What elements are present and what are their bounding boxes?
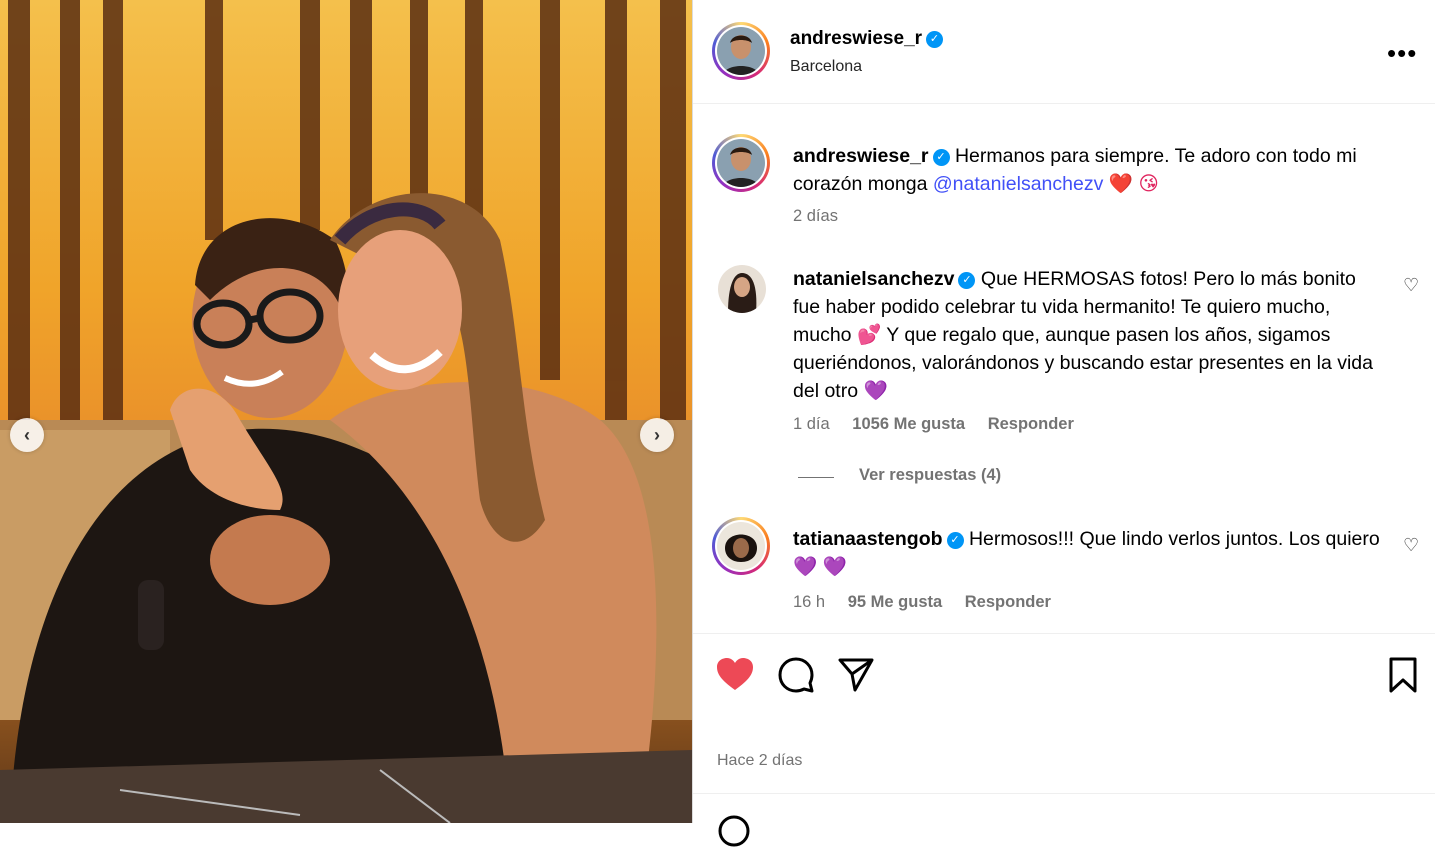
comment-meta: 16 h 95 Me gusta Responder <box>793 593 1051 612</box>
caption-emoji: ❤️ 😘 <box>1108 173 1159 195</box>
comment-time[interactable]: 16 h <box>793 593 825 611</box>
heart-icon[interactable] <box>715 656 755 692</box>
comments-list: andreswiese_r ✓ Hermanos para siempre. Te… <box>693 105 1435 633</box>
author-avatar[interactable] <box>712 22 770 80</box>
post-location[interactable]: Barcelona <box>790 58 862 76</box>
post-actions: Hace 2 días <box>693 633 1435 793</box>
avatar-image <box>717 139 765 187</box>
emoji-icon[interactable] <box>717 814 751 848</box>
post-photo[interactable]: ‹ › <box>0 0 692 823</box>
comment-icon[interactable] <box>777 656 815 694</box>
author-name-row: andreswiese_r ✓ <box>790 28 944 50</box>
more-icon[interactable]: ••• <box>1387 38 1417 69</box>
verified-icon: ✓ <box>946 532 964 549</box>
avatar-image <box>718 265 766 313</box>
comment-time[interactable]: 1 día <box>793 415 830 433</box>
caption-username[interactable]: andreswiese_r <box>793 145 929 167</box>
caption-meta: 2 días <box>793 207 856 226</box>
commenter-avatar[interactable] <box>712 517 770 575</box>
commenter-avatar[interactable] <box>718 265 766 313</box>
author-username[interactable]: andreswiese_r <box>790 28 922 49</box>
next-photo-button[interactable]: › <box>640 418 674 452</box>
caption-avatar[interactable] <box>712 134 770 192</box>
comment-username[interactable]: natanielsanchezv <box>793 268 954 290</box>
add-comment-bar <box>693 793 1435 847</box>
caption-time[interactable]: 2 días <box>793 207 838 225</box>
avatar-image <box>717 522 765 570</box>
post-time-ago[interactable]: Hace 2 días <box>717 752 802 770</box>
comment-likes[interactable]: 1056 Me gusta <box>852 415 965 433</box>
post-header: andreswiese_r ✓ Barcelona ••• <box>693 0 1435 104</box>
verified-icon: ✓ <box>926 31 944 48</box>
reply-button[interactable]: Responder <box>988 415 1074 433</box>
avatar-image <box>717 27 765 75</box>
like-comment-heart-icon[interactable]: ♡ <box>1403 535 1419 556</box>
comment-meta: 1 día 1056 Me gusta Responder <box>793 415 1074 434</box>
reply-button[interactable]: Responder <box>965 593 1051 611</box>
verified-icon: ✓ <box>958 272 976 289</box>
view-replies-button[interactable]: Ver respuestas (4) <box>859 466 1001 485</box>
caption-text: andreswiese_r ✓ Hermanos para siempre. Te… <box>793 142 1383 198</box>
mention-link[interactable]: @nataniel­sanchezv <box>933 173 1103 195</box>
chevron-right-icon: › <box>654 424 660 445</box>
comment-text: tatianaastengob ✓ Hermosos!!! Que lindo v… <box>793 525 1383 581</box>
share-icon[interactable] <box>837 656 875 694</box>
comment-username[interactable]: tatianaastengob <box>793 528 943 550</box>
verified-icon: ✓ <box>932 149 950 166</box>
replies-divider <box>798 477 834 478</box>
photo-illustration <box>0 0 692 823</box>
like-comment-heart-icon[interactable]: ♡ <box>1403 275 1419 296</box>
previous-photo-button[interactable]: ‹ <box>10 418 44 452</box>
comment-text: natanielsanchezv ✓ Que HERMOSAS fotos! Pe… <box>793 265 1383 405</box>
chevron-left-icon: ‹ <box>24 424 30 445</box>
bookmark-icon[interactable] <box>1387 656 1419 694</box>
post-side-panel: andreswiese_r ✓ Barcelona ••• andreswiese… <box>692 0 1435 847</box>
comment-likes[interactable]: 95 Me gusta <box>848 593 942 611</box>
